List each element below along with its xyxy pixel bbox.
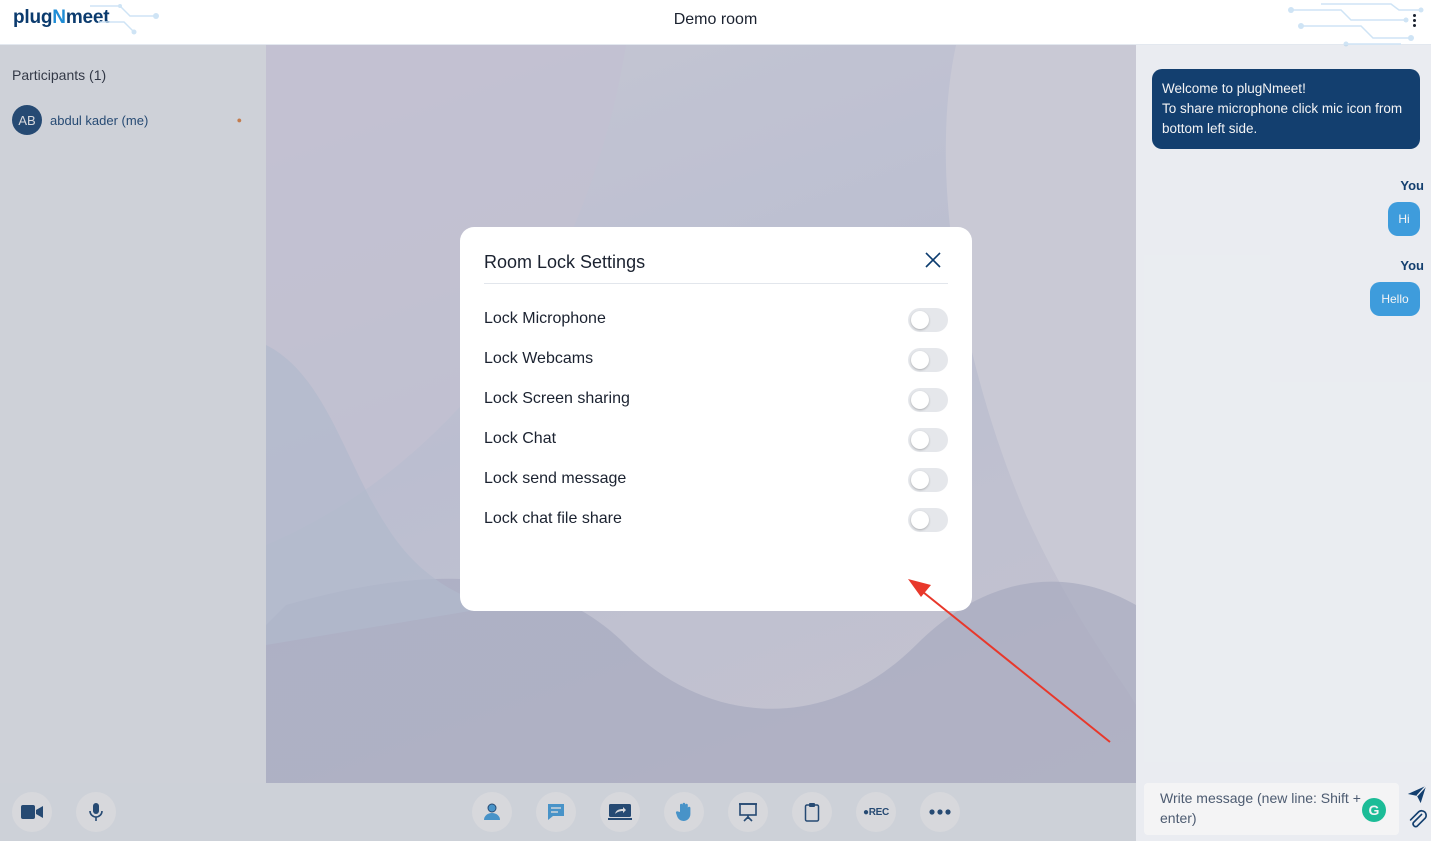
- dialog-title: Room Lock Settings: [484, 252, 646, 272]
- more-options-icon[interactable]: [1405, 10, 1423, 30]
- chat-message-input[interactable]: Write message (new line: Shift + enter) …: [1144, 783, 1399, 835]
- chat-input-placeholder: Write message (new line: Shift + enter): [1160, 790, 1361, 826]
- chat-panel: Welcome to plugNmeet! To share microphon…: [1136, 45, 1431, 841]
- welcome-line-1: Welcome to plugNmeet!: [1162, 81, 1306, 96]
- lock-microphone-row: Lock Microphone: [484, 308, 948, 332]
- lock-send-message-label: Lock send message: [484, 470, 627, 487]
- lock-microphone-label: Lock Microphone: [484, 310, 606, 327]
- header-bar: plugNmeet Demo room: [0, 0, 1431, 47]
- welcome-line-2: To share microphone click mic icon from …: [1162, 101, 1403, 136]
- lock-chat-label: Lock Chat: [484, 430, 557, 447]
- room-lock-settings-dialog: Room Lock Settings Lock Microphone Lock …: [460, 227, 972, 611]
- lock-screen-sharing-row: Lock Screen sharing: [484, 388, 948, 412]
- lock-screen-sharing-label: Lock Screen sharing: [484, 390, 630, 407]
- lock-send-message-toggle[interactable]: [908, 468, 948, 492]
- lock-screen-sharing-toggle[interactable]: [908, 388, 948, 412]
- message-sender: You: [1400, 178, 1424, 193]
- lock-send-message-row: Lock send message: [484, 468, 948, 492]
- grammarly-icon[interactable]: G: [1362, 798, 1386, 822]
- lock-chat-row: Lock Chat: [484, 428, 948, 452]
- welcome-message: Welcome to plugNmeet! To share microphon…: [1152, 69, 1420, 149]
- send-icon[interactable]: [1406, 783, 1428, 805]
- lock-chat-file-share-label: Lock chat file share: [484, 510, 622, 527]
- attachment-icon[interactable]: [1406, 808, 1428, 830]
- lock-webcams-toggle[interactable]: [908, 348, 948, 372]
- lock-chat-file-share-row: Lock chat file share: [484, 508, 948, 532]
- close-icon[interactable]: [922, 249, 944, 271]
- lock-microphone-toggle[interactable]: [908, 308, 948, 332]
- room-title: Demo room: [673, 11, 758, 28]
- message-sender: You: [1400, 258, 1424, 273]
- chat-message-bubble: Hello: [1370, 282, 1420, 316]
- lock-chat-file-share-toggle[interactable]: [908, 508, 948, 532]
- chat-message-bubble: Hi: [1388, 202, 1420, 236]
- dialog-divider: [484, 283, 948, 284]
- lock-webcams-label: Lock Webcams: [484, 350, 594, 367]
- lock-webcams-row: Lock Webcams: [484, 348, 948, 372]
- lock-chat-toggle[interactable]: [908, 428, 948, 452]
